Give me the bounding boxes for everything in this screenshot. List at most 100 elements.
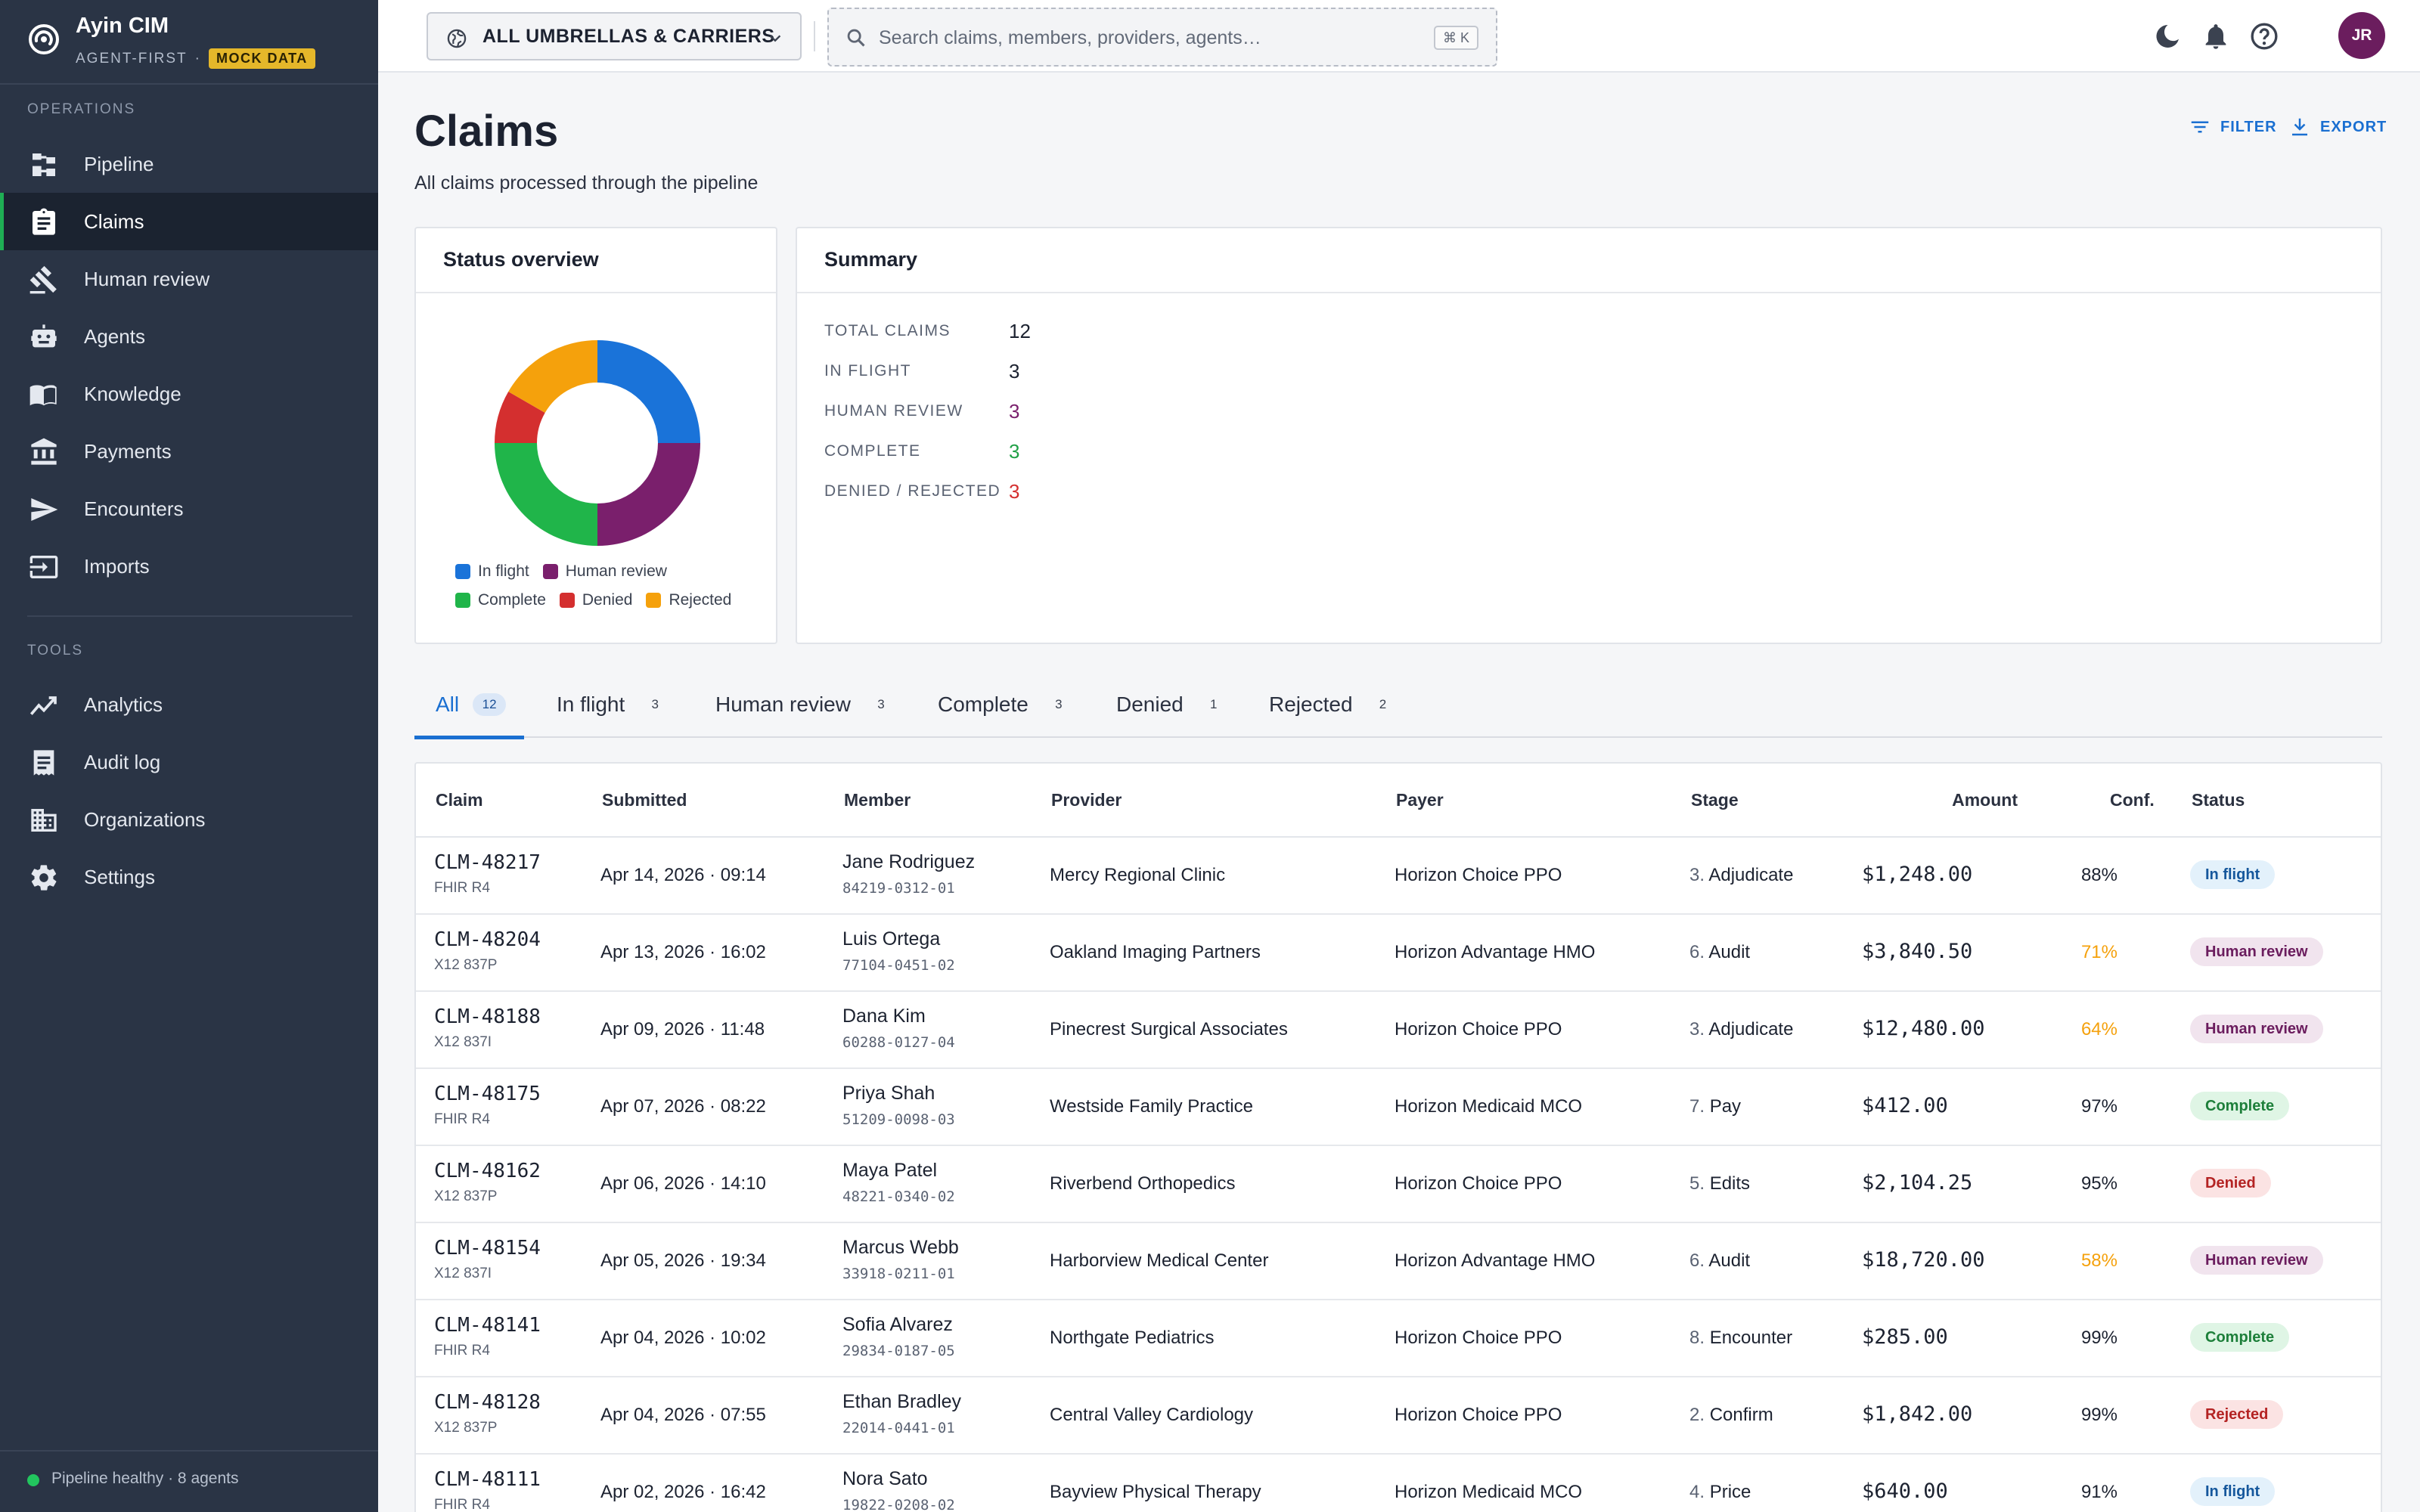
sidebar-item-agents[interactable]: Agents: [0, 308, 378, 365]
column-header-payer[interactable]: Payer: [1396, 764, 1444, 836]
receipt-icon: [33, 750, 54, 776]
sidebar-item-payments[interactable]: Payments: [0, 423, 378, 480]
column-header-status[interactable]: Status: [2192, 764, 2245, 836]
summary-value: 3: [1009, 359, 1020, 383]
member-name: Dana Kim: [842, 1005, 926, 1027]
submitted-date: Apr 06, 2026 · 14:10: [600, 1173, 766, 1194]
global-search[interactable]: ⌘ K: [827, 8, 1497, 67]
legend-item: Denied: [559, 591, 632, 609]
sidebar-item-imports[interactable]: Imports: [0, 538, 378, 595]
summary-label: IN FLIGHT: [824, 362, 912, 380]
claims-table: Claim Submitted Member Provider Payer St…: [414, 762, 2382, 1512]
sidebar-item-label: Audit log: [84, 750, 161, 773]
stage: 3. Adjudicate: [1689, 1019, 1793, 1040]
sidebar-item-encounters[interactable]: Encounters: [0, 480, 378, 538]
column-header-stage[interactable]: Stage: [1691, 764, 1739, 836]
brand-separator: ·: [194, 50, 201, 67]
table-row[interactable]: CLM-48111 FHIR R4 Apr 02, 2026 · 16:42 Nora…: [416, 1455, 2381, 1512]
table-row[interactable]: CLM-48188 X12 837I Apr 09, 2026 · 11:48 Dan…: [416, 992, 2381, 1069]
column-header-submitted[interactable]: Submitted: [602, 764, 687, 836]
scope-selector-button[interactable]: ALL UMBRELLAS & CARRIERS: [427, 12, 802, 60]
column-header-amount[interactable]: Amount: [1942, 764, 2018, 836]
help-icon[interactable]: [2249, 21, 2279, 51]
column-header-claim[interactable]: Claim: [436, 764, 483, 836]
table-row[interactable]: CLM-48154 X12 837I Apr 05, 2026 · 19:34 Mar…: [416, 1223, 2381, 1300]
table-row[interactable]: CLM-48175 FHIR R4 Apr 07, 2026 · 08:22 Priy…: [416, 1069, 2381, 1146]
table-row[interactable]: CLM-48128 X12 837P Apr 04, 2026 · 07:55 Eth…: [416, 1377, 2381, 1455]
sidebar-item-pipeline[interactable]: Pipeline: [0, 135, 378, 193]
claim-id[interactable]: CLM-48154: [434, 1237, 541, 1259]
user-avatar[interactable]: JR: [2338, 12, 2385, 59]
table-row[interactable]: CLM-48204 X12 837P Apr 13, 2026 · 16:02 Lui…: [416, 915, 2381, 992]
claim-format: FHIR R4: [434, 1497, 490, 1512]
payer-name: Horizon Choice PPO: [1395, 1328, 1562, 1348]
tab-rejected[interactable]: Rejected 2: [1248, 671, 1418, 738]
table-row[interactable]: CLM-48162 X12 837P Apr 06, 2026 · 14:10 May…: [416, 1146, 2381, 1223]
pipeline-health-status: Pipeline healthy · 8 agents: [51, 1470, 239, 1487]
member-id: 22014-0441-01: [842, 1420, 955, 1436]
sidebar-item-claims[interactable]: Claims: [0, 193, 378, 250]
tab-all[interactable]: All 12: [414, 671, 525, 739]
table-row[interactable]: CLM-48141 FHIR R4 Apr 04, 2026 · 10:02 Sofi…: [416, 1300, 2381, 1377]
sidebar-item-label: Settings: [84, 865, 155, 888]
chevron-down-icon: [769, 35, 781, 42]
summary-value: 3: [1009, 479, 1020, 503]
claim-id[interactable]: CLM-48217: [434, 851, 541, 874]
claim-id[interactable]: CLM-48175: [434, 1083, 541, 1105]
provider-name: Westside Family Practice: [1050, 1096, 1253, 1117]
legend-item: Human review: [542, 562, 667, 581]
sidebar: Ayin CIM AGENT-FIRST · MOCK DATA OPERATI…: [0, 0, 378, 1512]
column-header-confidence[interactable]: Conf.: [2110, 764, 2155, 836]
claim-id[interactable]: CLM-48204: [434, 928, 541, 951]
sidebar-item-knowledge[interactable]: Knowledge: [0, 365, 378, 423]
tab-complete[interactable]: Complete 3: [917, 671, 1094, 738]
sidebar-item-label: Imports: [84, 554, 150, 578]
sidebar-item-audit-log[interactable]: Audit log: [0, 733, 378, 791]
export-button[interactable]: EXPORT: [2288, 113, 2387, 141]
submitted-date: Apr 05, 2026 · 19:34: [600, 1250, 766, 1271]
submitted-date: Apr 14, 2026 · 09:14: [600, 865, 766, 885]
table-row[interactable]: CLM-48217 FHIR R4 Apr 14, 2026 · 09:14 Jane…: [416, 838, 2381, 915]
sidebar-item-label: Knowledge: [84, 382, 182, 405]
claim-id[interactable]: CLM-48188: [434, 1005, 541, 1028]
claim-amount: $18,720.00: [1862, 1248, 1985, 1272]
claim-id[interactable]: CLM-48128: [434, 1391, 541, 1414]
tab-count-badge: 2: [1379, 697, 1387, 711]
filter-button[interactable]: FILTER: [2189, 113, 2277, 141]
confidence-score: 97%: [2080, 1096, 2118, 1117]
tab-count-badge: 3: [877, 697, 885, 711]
brand-name: Ayin CIM: [76, 14, 169, 38]
dark-mode-toggle-icon[interactable]: [2152, 21, 2183, 51]
claim-format: X12 837I: [434, 1034, 492, 1050]
sidebar-item-settings[interactable]: Settings: [0, 848, 378, 906]
sidebar-item-analytics[interactable]: Analytics: [0, 676, 378, 733]
claim-id[interactable]: CLM-48141: [434, 1314, 541, 1337]
search-input[interactable]: [879, 21, 1393, 54]
notifications-bell-icon[interactable]: [2201, 21, 2231, 51]
tab-human-review[interactable]: Human review 3: [694, 671, 916, 738]
claim-id[interactable]: CLM-48111: [434, 1468, 541, 1491]
claim-id[interactable]: CLM-48162: [434, 1160, 541, 1182]
confidence-score: 95%: [2080, 1173, 2118, 1194]
member-name: Marcus Webb: [842, 1237, 959, 1258]
bank-icon: [31, 438, 57, 465]
legend-swatch: [559, 593, 575, 608]
claim-amount: $285.00: [1862, 1325, 1948, 1349]
sidebar-item-organizations[interactable]: Organizations: [0, 791, 378, 848]
provider-name: Mercy Regional Clinic: [1050, 865, 1226, 885]
tab-in-flight[interactable]: In flight 3: [535, 671, 690, 738]
stage-name: Audit: [1708, 1250, 1751, 1271]
column-header-member[interactable]: Member: [844, 764, 911, 836]
tab-denied[interactable]: Denied 1: [1095, 671, 1249, 738]
summary-header: Summary: [797, 228, 2381, 293]
member-name: Jane Rodriguez: [842, 851, 976, 872]
pipeline-icon: [33, 153, 55, 176]
legend-label: Complete: [478, 591, 546, 609]
status-overview-title: Status overview: [443, 248, 599, 271]
sidebar-item-human-review[interactable]: Human review: [0, 250, 378, 308]
stage-name: Pay: [1709, 1096, 1742, 1117]
stage-number: 2.: [1689, 1405, 1710, 1425]
provider-name: Riverbend Orthopedics: [1050, 1173, 1236, 1194]
stage-name: Price: [1709, 1482, 1751, 1502]
column-header-provider[interactable]: Provider: [1051, 764, 1122, 836]
